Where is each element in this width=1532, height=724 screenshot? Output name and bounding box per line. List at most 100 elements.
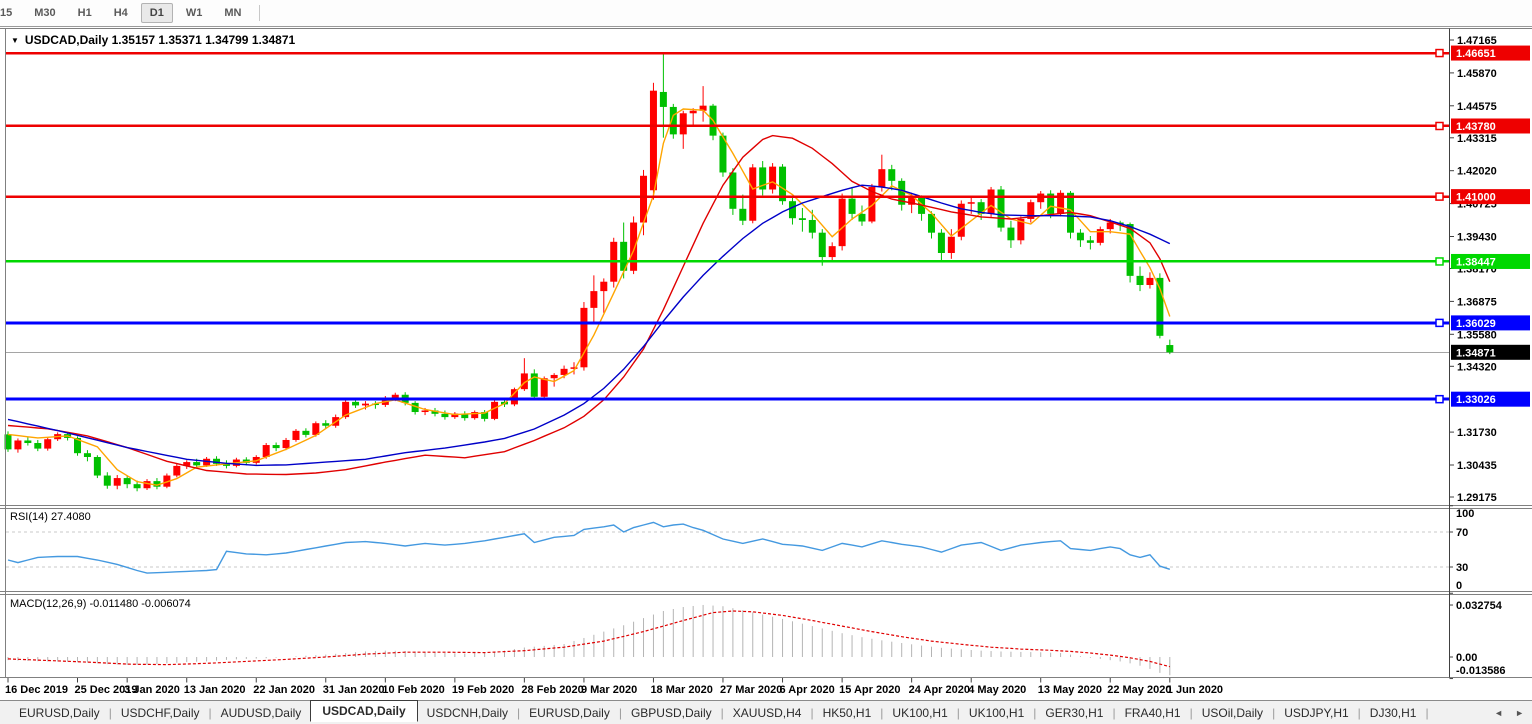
candle-body [143, 481, 151, 489]
line-handle[interactable] [1435, 192, 1444, 201]
candle-body [282, 439, 290, 449]
price-axis-label: 1.30435 [1457, 460, 1497, 472]
price-axis-label: 1.29175 [1457, 492, 1497, 504]
price-axis-label: 1.45870 [1457, 68, 1497, 80]
chart-tab-audusd-daily[interactable]: AUDUSD,Daily [212, 704, 311, 722]
main-chart-area[interactable] [6, 29, 1449, 505]
date-axis-label: 3 Jan 2020 [124, 684, 180, 696]
timeframe-button-d1[interactable]: D1 [140, 3, 173, 23]
chart-tab-gbpusd-daily[interactable]: GBPUSD,Daily [622, 704, 721, 722]
macd-axis-label: 0.032754 [1456, 600, 1503, 612]
chart-tab-uk100-h1[interactable]: UK100,H1 [883, 704, 956, 722]
candle-body [1076, 232, 1084, 241]
candle-body [44, 439, 52, 449]
candle-body [361, 403, 369, 406]
line-handle[interactable] [1435, 318, 1444, 328]
level-price-tag: 1.43780 [1456, 121, 1496, 133]
timeframe-button-h1[interactable]: H1 [69, 3, 101, 23]
candle-body [739, 208, 747, 221]
chart-tab-hk50-h1[interactable]: HK50,H1 [814, 704, 881, 722]
price-axis-label: 1.42020 [1457, 166, 1497, 178]
candle-body [987, 189, 995, 214]
macd-indicator-label: MACD(12,26,9) -0.011480 -0.006074 [10, 598, 191, 610]
level-price-tag: 1.38447 [1456, 256, 1496, 268]
chart-tab-eurusd-daily[interactable]: EURUSD,Daily [10, 704, 109, 722]
chart-dropdown-icon[interactable]: ▼ [11, 36, 19, 45]
ohlc-low: 1.34799 [205, 33, 249, 47]
level-price-tag: 1.46651 [1456, 48, 1496, 60]
candle-body [729, 172, 737, 209]
candle-body [550, 374, 558, 379]
price-axis-label: 1.31730 [1457, 427, 1497, 439]
macd-panel-area[interactable] [6, 595, 1449, 677]
candle-body [1126, 224, 1134, 276]
candle-body [262, 445, 270, 457]
candle-body [878, 169, 886, 187]
chart-tab-usoil-daily[interactable]: USOil,Daily [1193, 704, 1272, 722]
chart-tab-usdcad-daily[interactable]: USDCAD,Daily [310, 700, 418, 722]
mt4-window: 15 M30 H1 H4 D1 W1 MN 1.47165 1.45870 1.44575 1.4… [0, 0, 1532, 724]
candle-body [133, 484, 141, 489]
candle-body [1136, 275, 1144, 286]
rsi-panel-area[interactable] [6, 509, 1449, 591]
current-price-tag: 1.34871 [1456, 347, 1496, 359]
date-axis-label: 6 Apr 2020 [780, 684, 835, 696]
ohlc-open: 1.35157 [111, 33, 156, 47]
candle-body [858, 213, 866, 222]
timeframe-button-w1[interactable]: W1 [177, 3, 212, 23]
candle-body [272, 445, 280, 449]
line-handle[interactable] [1435, 257, 1444, 266]
price-axis-label: 1.36875 [1457, 296, 1497, 308]
candle-body [798, 218, 806, 220]
level-price-tag: 1.36029 [1456, 318, 1496, 330]
candle-body [997, 189, 1005, 228]
timeframe-button-mn[interactable]: MN [215, 3, 250, 23]
candle-body [659, 91, 667, 107]
macd-axis-label: 0.00 [1456, 652, 1477, 664]
timeframe-button-m30[interactable]: M30 [25, 3, 64, 23]
candle-body [848, 198, 856, 214]
rsi-axis-label: 0 [1456, 580, 1462, 592]
rsi-axis-label: 70 [1456, 527, 1468, 539]
candle-body [83, 453, 91, 457]
rsi-indicator-label: RSI(14) 27.4080 [10, 511, 91, 523]
ohlc-high: 1.35371 [158, 33, 202, 47]
candle-body [1156, 277, 1164, 336]
chart-tab-usdjpy-h1[interactable]: USDJPY,H1 [1275, 704, 1357, 722]
tab-separator: | [1425, 705, 1429, 720]
date-axis-label: 19 Feb 2020 [452, 684, 514, 696]
chart-tab-uk100-h1[interactable]: UK100,H1 [960, 704, 1033, 722]
candle-body [937, 232, 945, 254]
line-handle[interactable] [1435, 121, 1444, 131]
timeframe-button-h4[interactable]: H4 [105, 3, 137, 23]
date-axis-label: 13 May 2020 [1038, 684, 1102, 696]
line-handle[interactable] [1435, 394, 1444, 404]
tab-scroll-right-icon[interactable]: ► [1515, 708, 1524, 718]
chart-tab-fra40-h1[interactable]: FRA40,H1 [1116, 704, 1190, 722]
line-handle[interactable] [1435, 48, 1444, 58]
candle-body [1007, 227, 1015, 241]
date-axis-label: 31 Jan 2020 [323, 684, 385, 696]
rsi-axis-label: 100 [1456, 508, 1474, 520]
candle-body [600, 281, 608, 292]
chart-tab-usdcnh-daily[interactable]: USDCNH,Daily [418, 704, 517, 722]
timeframe-button-15[interactable]: 15 [0, 3, 21, 23]
level-price-tag: 1.41000 [1456, 192, 1496, 204]
date-axis-label: 18 Mar 2020 [650, 684, 712, 696]
chart-tab-ger30-h1[interactable]: GER30,H1 [1036, 704, 1112, 722]
chart-tab-dj30-h1[interactable]: DJ30,H1 [1361, 704, 1426, 722]
chart-tab-usdchf-daily[interactable]: USDCHF,Daily [112, 704, 209, 722]
candle-body [769, 166, 777, 190]
timeframe-toolbar: 15 M30 H1 H4 D1 W1 MN [0, 0, 1532, 27]
chart-tab-xauusd-h4[interactable]: XAUUSD,H4 [724, 704, 811, 722]
date-axis-label: 24 Apr 2020 [909, 684, 970, 696]
candle-body [103, 475, 111, 486]
candle-body [947, 236, 955, 254]
candle-body [1166, 345, 1174, 353]
price-axis-label: 1.34320 [1457, 361, 1497, 373]
ohlc-close: 1.34871 [251, 33, 296, 47]
chart-tab-eurusd-daily[interactable]: EURUSD,Daily [520, 704, 619, 722]
tab-scroll-left-icon[interactable]: ◄ [1494, 708, 1503, 718]
candle-body [967, 202, 975, 204]
price-axis-label: 1.35580 [1457, 329, 1497, 341]
